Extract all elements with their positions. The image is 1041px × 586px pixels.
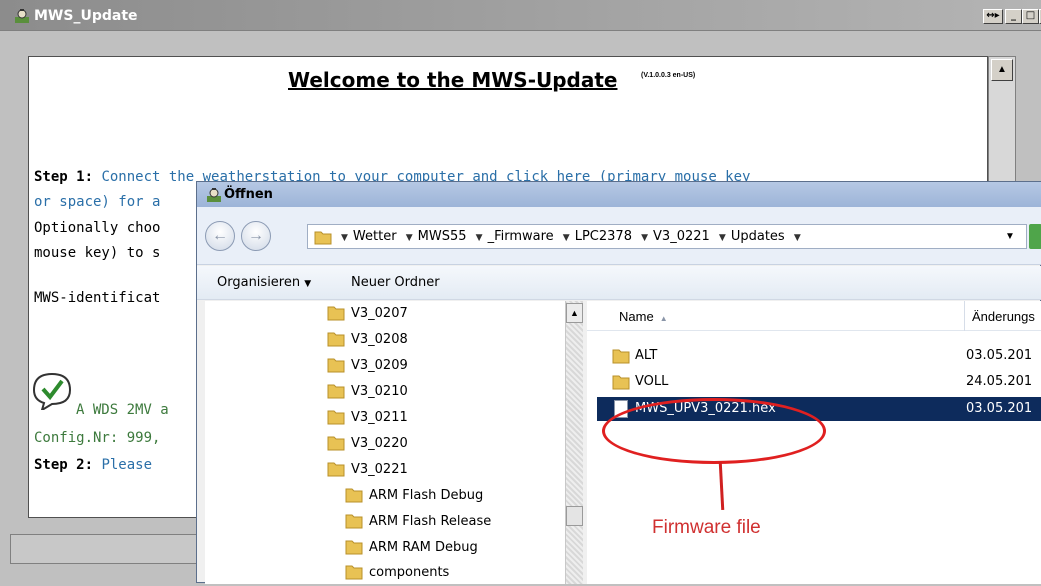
dialog-title: Öffnen: [224, 187, 273, 202]
breadcrumb: ▼ Wetter ▼ MWS55 ▼ _Firmware ▼ LPC2378 ▼ V3_0…: [341, 229, 801, 244]
folder-icon: [345, 514, 363, 529]
column-header-date[interactable]: Änderungs: [965, 301, 1041, 331]
file-date: 03.05.201: [966, 348, 1033, 363]
breadcrumb-item[interactable]: V3_0221: [653, 229, 710, 244]
step1-line2[interactable]: or space) for a: [34, 194, 160, 211]
resize-button[interactable]: ↔▸: [983, 9, 1003, 24]
breadcrumb-item[interactable]: LPC2378: [575, 229, 632, 244]
mws-window-title: MWS_Update: [34, 8, 138, 24]
file-row[interactable]: VOLL 24.05.201: [597, 370, 1041, 394]
folder-icon: [345, 488, 363, 503]
mws-app-icon: [207, 188, 221, 202]
tree-item-label: V3_0209: [351, 358, 408, 373]
folder-icon: [327, 306, 345, 321]
checkmark-icon: [32, 372, 72, 410]
folder-icon: [327, 436, 345, 451]
back-icon: ←: [212, 227, 228, 244]
breadcrumb-item[interactable]: MWS55: [418, 229, 467, 244]
folder-tree: V3_0207 V3_0208 V3_0209 V3_0210 V3_0211 …: [205, 301, 565, 584]
file-date: 03.05.201: [966, 401, 1033, 416]
status-bar: [10, 534, 210, 564]
annotation-ellipse: [602, 398, 826, 464]
file-date: 24.05.201: [966, 374, 1033, 389]
tree-item-label: ARM RAM Debug: [369, 540, 478, 555]
new-folder-button[interactable]: Neuer Ordner: [351, 275, 440, 290]
address-bar[interactable]: ▼ Wetter ▼ MWS55 ▼ _Firmware ▼ LPC2378 ▼ V3_0…: [307, 224, 1027, 249]
column-name-label: Name: [619, 309, 654, 324]
optional-line1: Optionally choo: [34, 220, 161, 236]
chevron-down-icon: ▼: [304, 279, 312, 289]
chevron-down-icon[interactable]: ▼: [1005, 231, 1015, 242]
folder-icon: [612, 349, 630, 364]
tree-item-label: V3_0210: [351, 384, 408, 399]
refresh-icon[interactable]: [1029, 224, 1041, 249]
scroll-up-button[interactable]: ▲: [566, 303, 583, 323]
optional-line2: mouse key) to s: [34, 245, 161, 261]
scroll-thumb[interactable]: [566, 506, 583, 526]
folder-icon: [327, 410, 345, 425]
folder-icon: [314, 231, 332, 245]
breadcrumb-item[interactable]: Updates: [731, 229, 785, 244]
column-header-name[interactable]: Name ▲: [587, 301, 965, 331]
dialog-titlebar[interactable]: Öffnen: [197, 182, 1041, 207]
dialog-toolbar: Organisieren ▼ Neuer Ordner: [197, 266, 1041, 300]
file-name: VOLL: [635, 374, 669, 389]
folder-icon: [327, 384, 345, 399]
tree-item-label: ARM Flash Debug: [369, 488, 484, 503]
step2-text[interactable]: Please: [101, 457, 152, 473]
version-label: (V.1.0.0.3 en-US): [641, 72, 696, 79]
maximize-button[interactable]: □: [1022, 9, 1039, 24]
folder-icon: [327, 462, 345, 477]
folder-icon: [345, 540, 363, 555]
organize-button[interactable]: Organisieren ▼: [217, 275, 311, 290]
tree-scrollbar[interactable]: ▲: [565, 301, 583, 584]
scroll-up-button[interactable]: ▲: [991, 59, 1013, 81]
organize-label: Organisieren: [217, 275, 301, 290]
back-button[interactable]: ←: [205, 221, 235, 251]
forward-icon: →: [248, 227, 264, 244]
minimize-button[interactable]: _: [1005, 9, 1022, 24]
mws-titlebar: MWS_Update ↔▸ _ □ X: [0, 0, 1041, 31]
welcome-heading: Welcome to the MWS-Update: [288, 68, 618, 92]
folder-icon: [612, 375, 630, 390]
tree-item-label: V3_0220: [351, 436, 408, 451]
tree-item-label: V3_0207: [351, 306, 408, 321]
step1-label: Step 1:: [34, 169, 94, 185]
list-header: Name ▲ Änderungs: [587, 301, 1041, 331]
folder-icon: [327, 332, 345, 347]
device-line: A WDS 2MV a: [76, 402, 169, 418]
folder-icon: [345, 565, 363, 580]
file-row[interactable]: ALT 03.05.201: [597, 344, 1041, 368]
step2-line[interactable]: Step 2: Please: [34, 457, 152, 474]
mws-app-icon: [15, 9, 29, 23]
breadcrumb-item[interactable]: _Firmware: [488, 229, 554, 244]
tree-item-label: components: [369, 565, 450, 580]
address-row: ← → ▼ Wetter ▼ MWS55 ▼ _Firmware ▼ LPC2378 ▼…: [197, 207, 1041, 265]
folder-icon: [327, 358, 345, 373]
annotation-label: Firmware file: [652, 517, 761, 538]
forward-button[interactable]: →: [241, 221, 271, 251]
file-name: ALT: [635, 348, 658, 363]
tree-item-label: V3_0211: [351, 410, 408, 425]
mws-identification: MWS-identificat: [34, 290, 161, 306]
sort-arrow-icon: ▲: [659, 314, 668, 323]
open-dialog: Öffnen ← → ▼ Wetter ▼ MWS55 ▼ _Firmware ▼ LP…: [196, 181, 1041, 584]
config-line: Config.Nr: 999,: [34, 430, 161, 446]
breadcrumb-item[interactable]: Wetter: [353, 229, 397, 244]
tree-item-label: ARM Flash Release: [369, 514, 492, 529]
tree-item-label: V3_0208: [351, 332, 408, 347]
step2-label: Step 2:: [34, 457, 94, 473]
tree-item-label: V3_0221: [351, 462, 408, 477]
